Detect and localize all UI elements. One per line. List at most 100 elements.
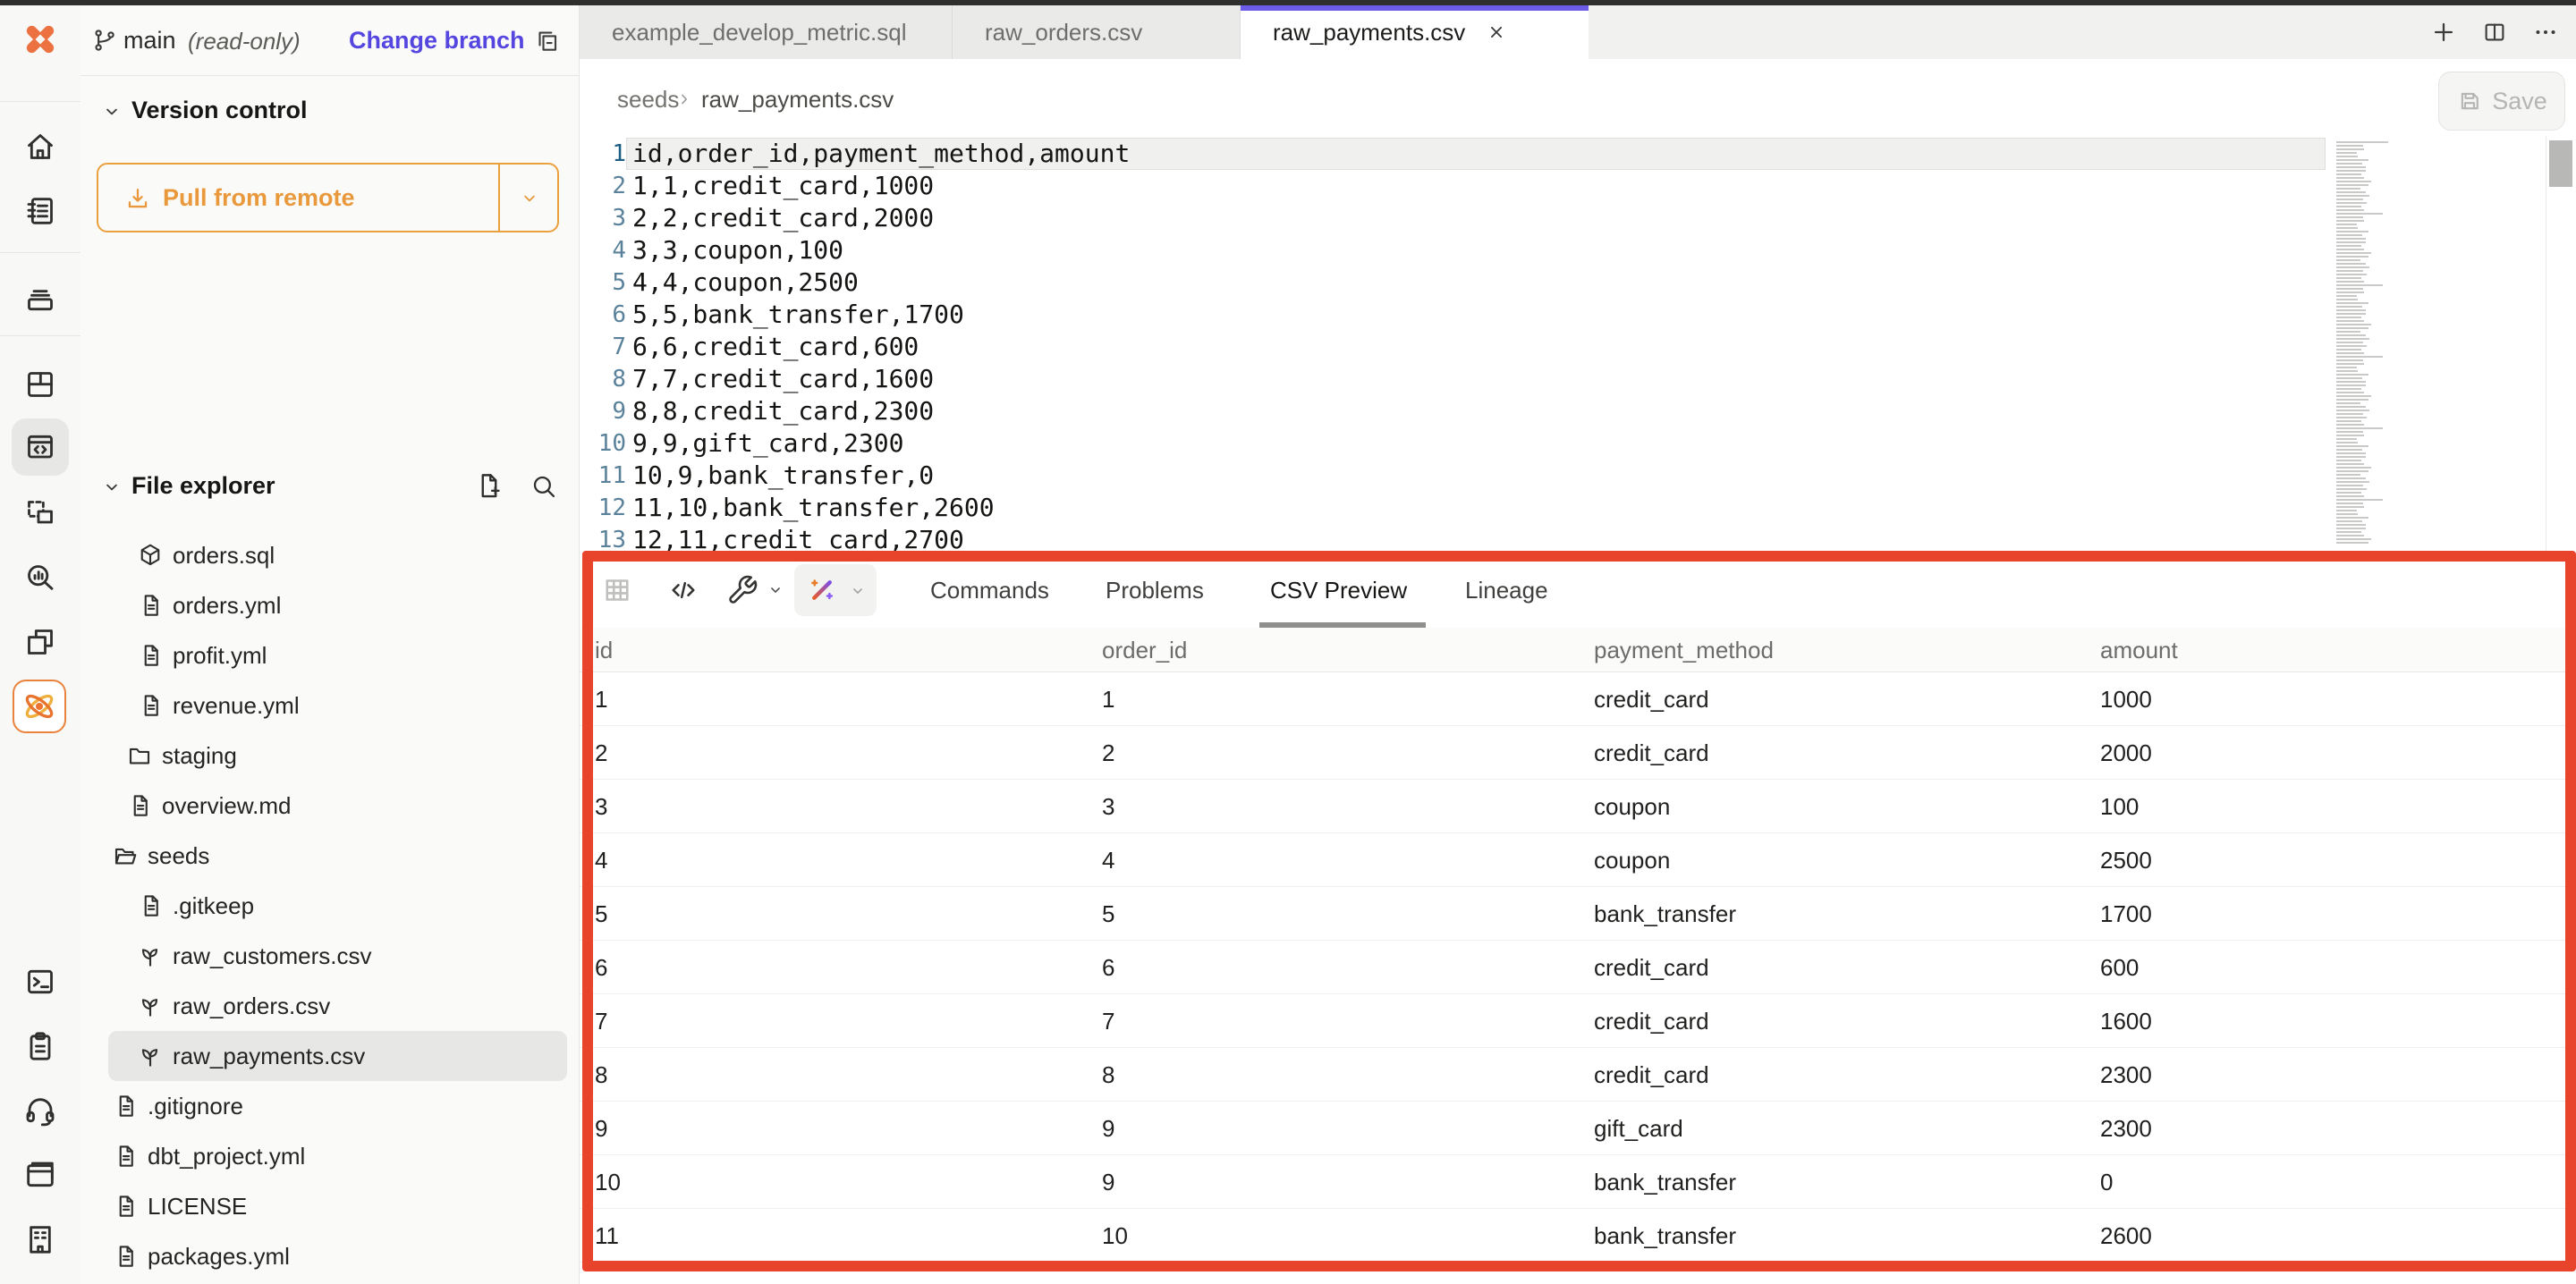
clipboard-icon[interactable] [22, 1028, 58, 1064]
editor-line[interactable]: 1id,order_id,payment_method,amount [580, 138, 2576, 170]
split-editor-icon[interactable] [2481, 19, 2508, 46]
wrench-icon[interactable] [726, 574, 758, 606]
panel-tab-problems[interactable]: Problems [1106, 553, 1204, 628]
more-options-ellipsis-icon[interactable] [2531, 18, 2560, 46]
minimap-line [2336, 363, 2364, 365]
windows-overlap-icon[interactable] [22, 624, 58, 660]
line-number: 11 [580, 460, 626, 492]
save-button[interactable]: Save [2438, 72, 2565, 131]
file-item-raw-payments-csv[interactable]: raw_payments.csv [108, 1031, 567, 1081]
line-number: 6 [580, 299, 626, 331]
panel-tab-commands[interactable]: Commands [930, 553, 1049, 628]
headset-icon[interactable] [22, 1093, 58, 1128]
file-item--gitkeep[interactable]: .gitkeep [108, 881, 567, 931]
search-icon[interactable] [530, 472, 558, 501]
develop-code-window-icon[interactable] [22, 429, 58, 465]
chevron-down-icon[interactable] [766, 580, 785, 600]
panel-tab-csv-preview[interactable]: CSV Preview [1270, 553, 1407, 628]
editor-line[interactable]: 32,2,credit_card,2000 [580, 202, 2576, 234]
version-control-title[interactable]: Version control [131, 97, 308, 124]
editor-line[interactable]: 54,4,coupon,2500 [580, 266, 2576, 299]
canvas-frame-icon[interactable] [22, 495, 58, 531]
table-cell: credit_card [1594, 941, 1709, 994]
editor-line[interactable]: 87,7,credit_card,1600 [580, 363, 2576, 395]
table-grid-icon[interactable] [601, 574, 633, 606]
minimap-line [2336, 213, 2383, 215]
file-explorer-title[interactable]: File explorer [131, 472, 275, 500]
code-editor[interactable]: 1id,order_id,payment_method,amount21,1,c… [580, 136, 2576, 553]
tab-raw-orders-csv[interactable]: raw_orders.csv [953, 5, 1241, 59]
table-row: 11credit_card1000 [580, 672, 2576, 726]
minimap-line [2336, 170, 2366, 172]
home-icon[interactable] [22, 129, 58, 165]
table-cell: 1700 [2100, 887, 2152, 941]
table-row: 44coupon2500 [580, 833, 2576, 887]
minimap-line [2336, 359, 2363, 361]
file-item-label: packages.yml [148, 1243, 290, 1271]
file-item-orders-sql[interactable]: orders.sql [108, 530, 567, 580]
file-item-staging[interactable]: staging [108, 731, 567, 781]
file-item-raw-orders-csv[interactable]: raw_orders.csv [108, 981, 567, 1031]
new-tab-plus-icon[interactable] [2429, 18, 2458, 46]
dashboard-icon[interactable] [22, 367, 58, 402]
semantic-layer-atom-icon[interactable] [13, 680, 66, 733]
close-icon[interactable] [1485, 21, 1508, 44]
chevron-down-icon[interactable] [518, 187, 541, 210]
chevron-down-icon[interactable] [848, 581, 868, 601]
minimap-line [2336, 288, 2363, 290]
building-icon[interactable] [22, 1221, 58, 1257]
change-branch-link[interactable]: Change branch [349, 27, 525, 55]
table-cell: credit_card [1594, 994, 1709, 1048]
tab-raw-payments-csv[interactable]: raw_payments.csv [1241, 5, 1589, 59]
ai-assist-group[interactable] [794, 564, 877, 616]
file-item-profit-yml[interactable]: profit.yml [108, 630, 567, 680]
file-item-seeds[interactable]: seeds [108, 831, 567, 881]
table-row: 33coupon100 [580, 780, 2576, 833]
panel-tab-lineage[interactable]: Lineage [1465, 553, 1548, 628]
editor-line[interactable]: 65,5,bank_transfer,1700 [580, 299, 2576, 331]
file-item-dbt-project-yml[interactable]: dbt_project.yml [108, 1131, 567, 1181]
minimap-line [2336, 392, 2364, 393]
scrollbar-track[interactable] [2546, 136, 2576, 553]
file-item-packages-yml[interactable]: packages.yml [108, 1231, 567, 1281]
editor-line[interactable]: 98,8,credit_card,2300 [580, 395, 2576, 427]
minimap-line [2336, 256, 2368, 258]
chevron-down-icon[interactable] [100, 100, 123, 123]
copy-icon[interactable] [533, 27, 560, 54]
editor-line[interactable]: 1110,9,bank_transfer,0 [580, 460, 2576, 492]
new-file-icon[interactable] [473, 470, 504, 501]
table-cell: 4 [1102, 833, 1114, 887]
file-item-label: raw_orders.csv [173, 993, 330, 1020]
code-icon[interactable] [667, 574, 699, 606]
editor-line[interactable]: 21,1,credit_card,1000 [580, 170, 2576, 202]
notebook-icon[interactable] [22, 193, 58, 229]
browser-icon[interactable] [22, 1157, 58, 1193]
editor-line[interactable]: 1211,10,bank_transfer,2600 [580, 492, 2576, 524]
file-item-overview-md[interactable]: overview.md [108, 781, 567, 831]
terminal-icon[interactable] [22, 964, 58, 1000]
editor-line[interactable]: 1312,11,credit_card,2700 [580, 524, 2576, 553]
minimap[interactable] [2336, 141, 2411, 545]
table-cell: 6 [595, 941, 607, 994]
editor-line[interactable]: 43,3,coupon,100 [580, 234, 2576, 266]
file-item--gitignore[interactable]: .gitignore [108, 1081, 567, 1131]
seed-sprout-icon [137, 942, 164, 969]
file-item-raw-customers-csv[interactable]: raw_customers.csv [108, 931, 567, 981]
file-item-revenue-yml[interactable]: revenue.yml [108, 680, 567, 731]
explore-search-chart-icon[interactable] [22, 560, 58, 596]
minimap-line [2336, 388, 2361, 390]
minimap-line [2336, 485, 2363, 486]
stack-icon[interactable] [22, 281, 58, 317]
chevron-down-icon[interactable] [100, 476, 123, 499]
file-item-license[interactable]: LICENSE [108, 1181, 567, 1231]
minimap-line [2336, 317, 2361, 318]
file-item-orders-yml[interactable]: orders.yml [108, 580, 567, 630]
minimap-line [2336, 531, 2361, 533]
pull-from-remote-button[interactable]: Pull from remote [97, 163, 559, 232]
table-cell: 9 [595, 1102, 607, 1155]
scrollbar-thumb[interactable] [2549, 140, 2572, 187]
editor-line[interactable]: 76,6,credit_card,600 [580, 331, 2576, 363]
editor-line[interactable]: 109,9,gift_card,2300 [580, 427, 2576, 460]
tab-example-develop-metric-sql[interactable]: example_develop_metric.sql [580, 5, 953, 59]
magic-wand-icon[interactable] [805, 573, 839, 607]
